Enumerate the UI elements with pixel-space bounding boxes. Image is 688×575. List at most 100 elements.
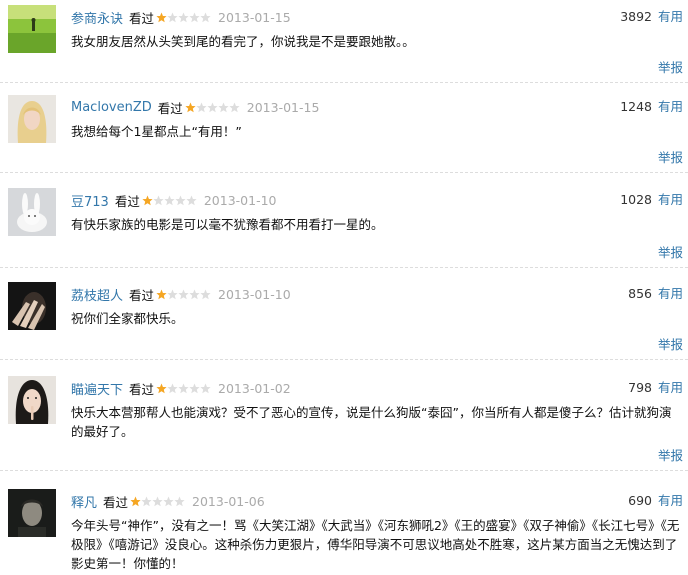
useful-button[interactable]: 有用 [658,284,683,304]
useful-count: 798 [628,380,652,395]
star-empty-icon [189,383,200,393]
useful-button[interactable]: 有用 [658,7,683,27]
star-empty-icon [175,195,186,205]
report-button[interactable]: 举报 [658,336,683,354]
avatar[interactable] [8,282,56,330]
useful-count: 3892 [620,9,652,24]
star-rating [142,195,197,206]
username-link[interactable]: MaclovenZD [71,100,152,115]
review-date: 2013-01-15 [218,9,291,25]
review-item: 荔枝超人 看过 2013-01-10 856 有用 祝你们全家都快乐。 举报 [0,277,688,360]
star-empty-icon [189,12,200,22]
review-item: 释凡 看过 2013-01-06 690 有用 今年头号“神作”，没有之一！骂《… [0,484,688,575]
review-meta: 豆713 看过 2013-01-10 [71,190,277,210]
useful-button[interactable]: 有用 [658,491,683,511]
review-text: 我想给每个1星都点上“有用！” [71,124,242,139]
star-empty-icon [152,496,163,506]
star-empty-icon [200,12,211,22]
review-text: 今年头号“神作”，没有之一！骂《大笑江湖》《大武当》《河东狮吼2》《王的盛宴》《… [71,518,680,571]
avatar-blonde-girl-image [8,95,56,143]
star-empty-icon [167,12,178,22]
star-empty-icon [186,195,197,205]
review-meta: 瞄遍天下 看过 2013-01-02 [71,378,291,398]
review-date: 2013-01-02 [218,380,291,396]
review-text: 我女朋友居然从头笑到尾的看完了，你说我是不是要跟她散。。 [71,34,415,49]
report-button[interactable]: 举报 [658,244,683,262]
useful-button[interactable]: 有用 [658,97,683,117]
useful-count: 856 [628,286,652,301]
star-empty-icon [153,195,164,205]
star-empty-icon [167,383,178,393]
avatar[interactable] [8,95,56,143]
avatar-man-dark-portrait-image [8,489,56,537]
star-empty-icon [167,289,178,299]
avatar[interactable] [8,188,56,236]
avatar[interactable] [8,489,56,537]
review-meta: 荔枝超人 看过 2013-01-10 [71,284,291,304]
star-empty-icon [196,102,207,112]
star-rating [185,102,240,113]
star-empty-icon [218,102,229,112]
review-meta: 释凡 看过 2013-01-06 [71,491,265,511]
star-filled-icon [156,12,167,22]
watched-label: 看过 [103,494,129,510]
watched-label: 看过 [129,10,155,26]
avatar-hand-on-face-image [8,282,56,330]
star-empty-icon [229,102,240,112]
star-empty-icon [178,12,189,22]
watched-label: 看过 [157,100,183,116]
review-item: 参商永诀 看过 2013-01-15 3892 有用 我女朋友居然从头笑到尾的看… [0,0,688,83]
avatar[interactable] [8,376,56,424]
report-button[interactable]: 举报 [658,149,683,167]
username-link[interactable]: 参商永诀 [71,8,123,27]
review-date: 2013-01-10 [203,192,277,208]
star-filled-icon [156,289,167,299]
star-empty-icon [178,289,189,299]
useful-count: 690 [628,493,652,508]
star-empty-icon [189,289,200,299]
review-meta: MaclovenZD 看过 2013-01-15 [71,97,319,117]
star-rating [130,496,185,507]
star-empty-icon [141,496,152,506]
review-meta: 参商永诀 看过 2013-01-15 [71,7,291,27]
review-date: 2013-01-06 [192,493,265,509]
watched-label: 看过 [129,381,155,397]
star-empty-icon [178,383,189,393]
username-link[interactable]: 释凡 [71,492,97,511]
avatar[interactable] [8,5,56,53]
review-date: 2013-01-10 [218,286,291,302]
username-link[interactable]: 瞄遍天下 [71,379,123,398]
username-link[interactable]: 荔枝超人 [71,285,123,304]
report-button[interactable]: 举报 [658,59,683,77]
star-empty-icon [207,102,218,112]
star-filled-icon [185,102,196,112]
username-link[interactable]: 豆713 [71,191,109,210]
avatar-girl-finger-lips-image [8,376,56,424]
review-text: 祝你们全家都快乐。 [71,311,184,326]
review-item: 豆713 看过 2013-01-10 1028 有用 有快乐家族的电影是可以毫不… [0,183,688,268]
useful-count: 1248 [620,99,652,114]
star-filled-icon [130,496,141,506]
star-empty-icon [164,195,175,205]
watched-label: 看过 [129,287,155,303]
star-empty-icon [174,496,185,506]
useful-button[interactable]: 有用 [658,190,683,210]
useful-button[interactable]: 有用 [658,378,683,398]
avatar-grass-field-image [8,5,56,53]
star-empty-icon [163,496,174,506]
star-filled-icon [156,383,167,393]
watched-label: 看过 [114,193,140,209]
report-button[interactable]: 举报 [658,447,683,465]
review-text: 快乐大本营那帮人也能演戏？受不了恶心的宣传，说是什么狗版“泰囧”，你当所有人都是… [71,405,672,439]
star-empty-icon [200,383,211,393]
star-rating [156,289,211,300]
star-rating [156,12,211,23]
review-item: 瞄遍天下 看过 2013-01-02 798 有用 快乐大本营那帮人也能演戏？受… [0,371,688,471]
review-date: 2013-01-15 [246,99,320,115]
review-item: MaclovenZD 看过 2013-01-15 1248 有用 我想给每个1星… [0,90,688,173]
avatar-white-rabbit-image [8,188,56,236]
star-empty-icon [200,289,211,299]
useful-count: 1028 [620,192,652,207]
review-text: 有快乐家族的电影是可以毫不犹豫看都不用看打一星的。 [71,217,384,232]
star-filled-icon [142,195,153,205]
